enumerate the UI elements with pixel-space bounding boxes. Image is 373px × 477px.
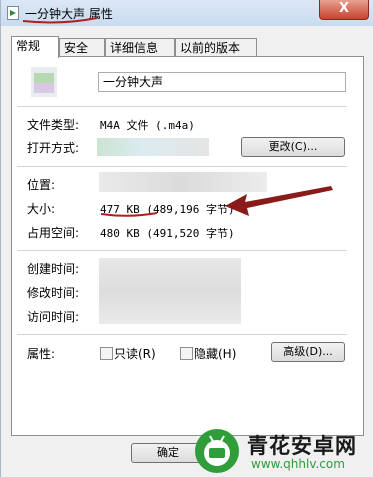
tab-previous-versions[interactable]: 以前的版本 bbox=[175, 38, 257, 56]
hidden-label[interactable]: 隐藏(H) bbox=[194, 345, 236, 362]
tab-details[interactable]: 详细信息 bbox=[105, 38, 175, 56]
readonly-label[interactable]: 只读(R) bbox=[114, 345, 156, 362]
accessed-label: 访问时间: bbox=[27, 310, 80, 324]
general-panel bbox=[11, 56, 364, 436]
hidden-checkbox[interactable] bbox=[180, 347, 193, 360]
location-label: 位置: bbox=[27, 178, 56, 192]
timestamps-redacted bbox=[99, 258, 241, 324]
file-type-value: M4A 文件 (.m4a) bbox=[100, 119, 195, 132]
file-type-icon bbox=[31, 67, 57, 97]
divider bbox=[17, 166, 347, 167]
size-on-disk-value: 480 KB (491,520 字节) bbox=[100, 227, 235, 240]
created-label: 创建时间: bbox=[27, 262, 80, 276]
watermark: 青花安卓网 www.qhhlv.com bbox=[191, 424, 373, 477]
size-label: 大小: bbox=[27, 202, 56, 216]
attributes-label: 属性: bbox=[27, 347, 56, 361]
size-on-disk-label: 占用空间: bbox=[27, 226, 80, 240]
watermark-logo-icon bbox=[195, 429, 239, 473]
open-with-redacted bbox=[97, 138, 209, 156]
divider bbox=[17, 250, 347, 251]
title-underline-annotation bbox=[22, 17, 98, 24]
properties-window: 一分钟大声 属性 X 常规 安全 详细信息 以前的版本 一分钟大声 文件类型: … bbox=[0, 0, 373, 477]
change-button[interactable]: 更改(C)... bbox=[241, 137, 345, 157]
readonly-checkbox[interactable] bbox=[100, 347, 113, 360]
tab-security[interactable]: 安全 bbox=[59, 38, 105, 56]
watermark-brand: 青花安卓网 bbox=[247, 434, 357, 458]
file-name-field[interactable]: 一分钟大声 bbox=[98, 72, 346, 92]
size-underline-annotation bbox=[100, 212, 158, 217]
watermark-url: www.qhhlv.com bbox=[251, 457, 345, 471]
arrow-annotation bbox=[225, 186, 333, 216]
advanced-button[interactable]: 高级(D)... bbox=[271, 342, 345, 362]
media-file-icon bbox=[7, 6, 19, 20]
title-bar: 一分钟大声 属性 X bbox=[1, 0, 373, 26]
open-with-label: 打开方式: bbox=[27, 141, 80, 155]
tab-general[interactable]: 常规 bbox=[11, 36, 59, 58]
close-button[interactable]: X bbox=[319, 0, 369, 20]
modified-label: 修改时间: bbox=[27, 286, 80, 300]
divider bbox=[17, 106, 347, 107]
file-type-label: 文件类型: bbox=[27, 118, 80, 132]
divider bbox=[17, 334, 347, 335]
